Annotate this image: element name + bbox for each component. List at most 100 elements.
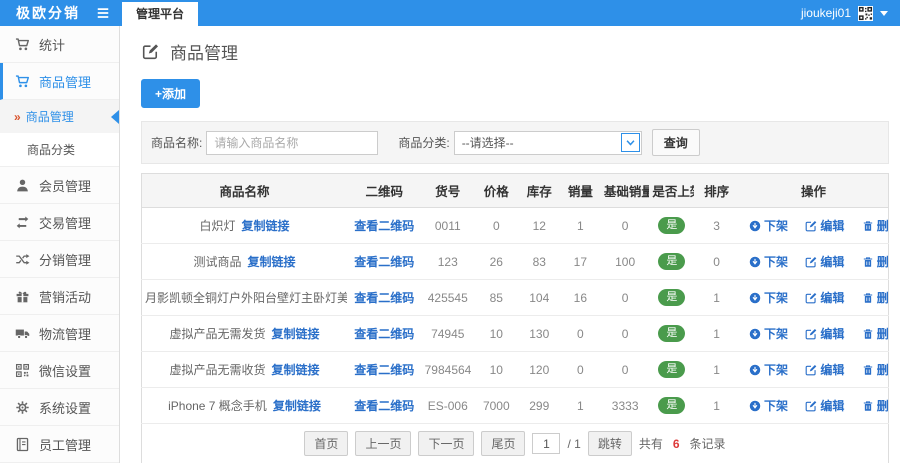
product-price: 26 — [473, 243, 519, 280]
copy-link[interactable]: 复制链接 — [271, 363, 319, 377]
product-name: iPhone 7 概念手机 — [168, 399, 267, 413]
sidebar-item-微信设置[interactable]: 微信设置 — [0, 352, 119, 389]
page-number-input[interactable] — [532, 433, 561, 454]
view-qrcode-link[interactable]: 查看二维码 — [354, 327, 414, 341]
product-code: 123 — [421, 243, 474, 280]
off-shelf-button[interactable]: 下架 — [749, 325, 788, 342]
product-sort: 1 — [694, 387, 740, 424]
product-code: 0011 — [421, 207, 474, 244]
off-shelf-button[interactable]: 下架 — [749, 253, 788, 270]
last-page-button[interactable]: 尾页 — [481, 431, 526, 456]
edit-button[interactable]: 编辑 — [805, 217, 844, 234]
total-prefix-label: 共有 — [638, 437, 663, 451]
sidebar-item-icon — [15, 289, 30, 304]
table-row: 虚拟产品无需收货 复制链接 查看二维码 7984564 10 120 0 0 是 … — [141, 351, 889, 388]
trash-icon — [862, 328, 874, 340]
sidebar-item-icon — [15, 363, 30, 378]
record-count: 6 — [672, 436, 680, 451]
qrcode-avatar-icon — [858, 5, 873, 21]
next-page-button[interactable]: 下一页 — [418, 431, 475, 456]
page-total-label: / 1 — [567, 436, 581, 451]
product-name: 测试商品 — [193, 255, 242, 269]
sidebar-sub-item-商品管理[interactable]: » 商品管理 — [0, 100, 119, 133]
delete-button[interactable]: 删除 — [862, 289, 889, 306]
edit-button[interactable]: 编辑 — [805, 253, 844, 270]
add-button[interactable]: +添加 — [141, 79, 201, 108]
sidebar-item-icon — [15, 400, 30, 415]
pencil-icon — [805, 220, 817, 232]
off-shelf-button[interactable]: 下架 — [749, 289, 788, 306]
view-qrcode-link[interactable]: 查看二维码 — [354, 399, 414, 413]
off-shelf-button[interactable]: 下架 — [749, 361, 788, 378]
view-qrcode-link[interactable]: 查看二维码 — [354, 219, 414, 233]
jump-button[interactable]: 跳转 — [587, 431, 632, 456]
table-row: 测试商品 复制链接 查看二维码 123 26 83 17 100 是 0 下架 编… — [141, 243, 889, 280]
delete-button[interactable]: 删除 — [862, 253, 889, 270]
sidebar-item-营销活动[interactable]: 营销活动 — [0, 278, 119, 315]
off-shelf-button[interactable]: 下架 — [749, 397, 788, 414]
product-name-input[interactable] — [206, 130, 379, 155]
product-base-sales: 3333 — [600, 387, 650, 424]
pencil-icon — [805, 328, 817, 340]
sidebar-item-label: 会员管理 — [39, 178, 92, 194]
sidebar-item-分销管理[interactable]: 分销管理 — [0, 241, 119, 278]
view-qrcode-link[interactable]: 查看二维码 — [354, 291, 414, 305]
category-label: 商品分类: — [398, 136, 450, 150]
pencil-icon — [805, 400, 817, 412]
circle-down-icon — [749, 256, 761, 268]
active-marker: » — [14, 109, 21, 124]
table-row: 月影凯顿全铜灯户外阳台壁灯主卧灯美式田园...复制链接 查看二维码 425545… — [141, 279, 889, 316]
sidebar-item-label: 交易管理 — [39, 215, 92, 231]
hamburger-icon[interactable] — [95, 6, 111, 20]
sidebar-item-icon — [15, 74, 30, 89]
edit-button[interactable]: 编辑 — [805, 361, 844, 378]
on-shelf-badge: 是 — [658, 217, 686, 234]
product-sort: 1 — [694, 279, 740, 316]
edit-button[interactable]: 编辑 — [805, 325, 844, 342]
column-header-基础销量: 基础销量 — [600, 173, 650, 208]
edit-button[interactable]: 编辑 — [805, 397, 844, 414]
copy-link[interactable]: 复制链接 — [247, 255, 295, 269]
search-button[interactable]: 查询 — [651, 129, 700, 156]
first-page-button[interactable]: 首页 — [304, 431, 349, 456]
column-header-是否上架: 是否上架 — [649, 173, 695, 208]
sidebar-item-label: 统计 — [39, 37, 66, 53]
tab-admin-platform[interactable]: 管理平台 — [122, 2, 199, 26]
product-sales: 17 — [559, 243, 601, 280]
view-qrcode-link[interactable]: 查看二维码 — [354, 363, 414, 377]
sidebar-item-系统设置[interactable]: 系统设置 — [0, 389, 119, 426]
category-select[interactable]: --请选择-- — [453, 130, 642, 155]
page-title: 商品管理 — [120, 26, 900, 73]
copy-link[interactable]: 复制链接 — [271, 327, 319, 341]
prev-page-button[interactable]: 上一页 — [355, 431, 412, 456]
delete-button[interactable]: 删除 — [862, 217, 889, 234]
view-qrcode-link[interactable]: 查看二维码 — [354, 255, 414, 269]
delete-button[interactable]: 删除 — [862, 361, 889, 378]
sidebar-item-员工管理[interactable]: 员工管理 — [0, 426, 119, 463]
table-row: iPhone 7 概念手机 复制链接 查看二维码 ES-006 7000 299 … — [141, 387, 889, 424]
delete-button[interactable]: 删除 — [862, 325, 889, 342]
sidebar-sub-item-商品分类[interactable]: » 商品分类 — [0, 133, 119, 166]
off-shelf-button[interactable]: 下架 — [749, 217, 788, 234]
page-title-label: 商品管理 — [170, 44, 238, 63]
sidebar-item-label: 物流管理 — [39, 326, 92, 342]
column-header-库存: 库存 — [518, 173, 560, 208]
sidebar-sub-item-label: 商品分类 — [27, 143, 76, 157]
sidebar-item-icon — [15, 326, 30, 341]
user-menu[interactable]: jioukeji01 — [801, 0, 900, 26]
delete-button[interactable]: 删除 — [862, 397, 889, 414]
sidebar-item-icon — [15, 178, 30, 193]
on-shelf-badge: 是 — [658, 289, 686, 306]
circle-down-icon — [749, 400, 761, 412]
copy-link[interactable]: 复制链接 — [273, 399, 321, 413]
sidebar-item-统计[interactable]: 统计 — [0, 26, 119, 63]
product-sort: 3 — [694, 207, 740, 244]
sidebar-item-物流管理[interactable]: 物流管理 — [0, 315, 119, 352]
sidebar-item-交易管理[interactable]: 交易管理 — [0, 204, 119, 241]
edit-button[interactable]: 编辑 — [805, 289, 844, 306]
sidebar-item-商品管理[interactable]: 商品管理 — [0, 63, 119, 100]
copy-link[interactable]: 复制链接 — [241, 219, 289, 233]
trash-icon — [862, 220, 874, 232]
sidebar-item-会员管理[interactable]: 会员管理 — [0, 167, 119, 204]
product-base-sales: 0 — [600, 207, 650, 244]
